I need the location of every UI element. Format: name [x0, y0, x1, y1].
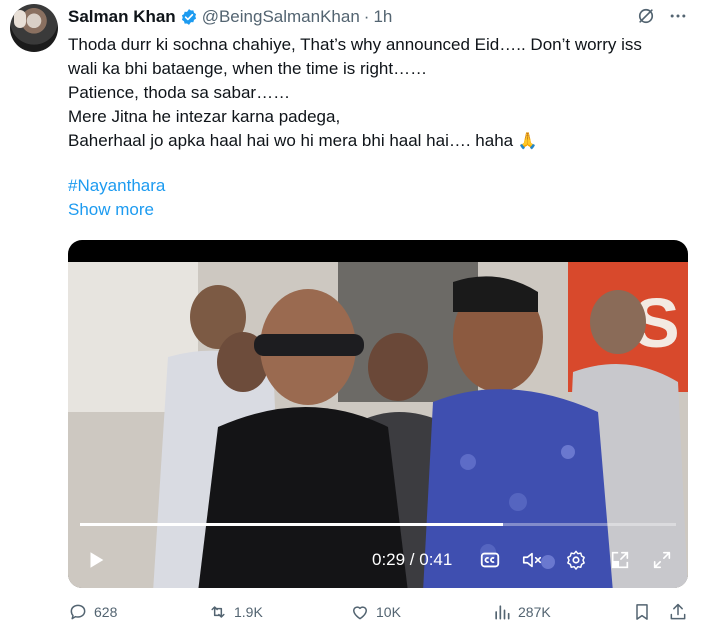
- tweet-line: Patience, thoda sa sabar……: [68, 83, 291, 102]
- grok-icon[interactable]: [636, 6, 656, 26]
- fullscreen-button[interactable]: [648, 546, 676, 574]
- bookmark-icon[interactable]: [632, 602, 652, 622]
- action-bar: 628 1.9K 10K 287K: [0, 596, 712, 632]
- fullscreen-icon: [653, 551, 671, 569]
- author-handle[interactable]: @BeingSalmanKhan: [202, 7, 360, 27]
- header-separator: ·: [363, 7, 370, 26]
- play-button[interactable]: [82, 546, 110, 574]
- reply-button[interactable]: 628: [68, 602, 117, 622]
- repost-button[interactable]: 1.9K: [208, 602, 263, 622]
- video-frame[interactable]: S: [68, 262, 688, 588]
- show-more-link[interactable]: Show more: [68, 200, 154, 220]
- tweet-line-last: Baherhaal jo apka haal hai wo hi mera bh…: [68, 129, 698, 154]
- tweet-line: Thoda durr ki sochna chahiye, That’s why…: [68, 35, 642, 54]
- views-count: 287K: [518, 604, 551, 620]
- folded-hands-emoji: 🙏: [517, 133, 538, 150]
- author-name[interactable]: Salman Khan: [68, 7, 176, 27]
- like-icon: [353, 606, 367, 620]
- video-player[interactable]: S 0:29 / 0:41: [68, 240, 688, 588]
- avatar-hand: [14, 10, 26, 28]
- more-icon[interactable]: [668, 6, 688, 26]
- repost-icon: [211, 606, 225, 618]
- views-icon: [495, 605, 510, 620]
- pip-button[interactable]: [606, 546, 634, 574]
- captions-icon: [480, 552, 500, 568]
- tweet-time[interactable]: 1h: [373, 7, 392, 27]
- verified-badge-icon: [181, 9, 196, 25]
- like-count: 10K: [376, 604, 401, 620]
- video-progress[interactable]: [80, 523, 676, 526]
- play-icon: [90, 552, 104, 568]
- settings-button[interactable]: [562, 546, 590, 574]
- mute-button[interactable]: [518, 546, 546, 574]
- video-progress-fill: [80, 523, 504, 526]
- video-timecode: 0:29 / 0:41: [372, 550, 453, 569]
- mute-icon: [522, 552, 542, 568]
- repost-count: 1.9K: [234, 604, 263, 620]
- like-button[interactable]: 10K: [350, 602, 401, 622]
- pip-icon: [611, 551, 629, 569]
- tweet-header: Salman Khan @BeingSalmanKhan · 1h: [68, 6, 392, 28]
- reply-count: 628: [94, 604, 118, 620]
- tweet-line: Mere Jitna he intezar karna padega,: [68, 107, 341, 126]
- tweet-text: Thoda durr ki sochna chahiye, That’s why…: [68, 33, 698, 154]
- tweet-line: Baherhaal jo apka haal hai wo hi mera bh…: [68, 131, 514, 150]
- video-scene: S: [68, 262, 688, 588]
- settings-icon: [567, 550, 585, 570]
- views-button[interactable]: 287K: [492, 602, 551, 622]
- reply-icon: [70, 604, 86, 620]
- captions-button[interactable]: [476, 546, 504, 574]
- tweet-line: wali ka bhi bataenge, when the time is r…: [68, 59, 428, 78]
- hashtag-link[interactable]: #Nayanthara: [68, 176, 165, 196]
- avatar[interactable]: [10, 4, 58, 52]
- tweet-card: Salman Khan @BeingSalmanKhan · 1h Thoda …: [0, 0, 712, 639]
- share-icon[interactable]: [668, 602, 688, 622]
